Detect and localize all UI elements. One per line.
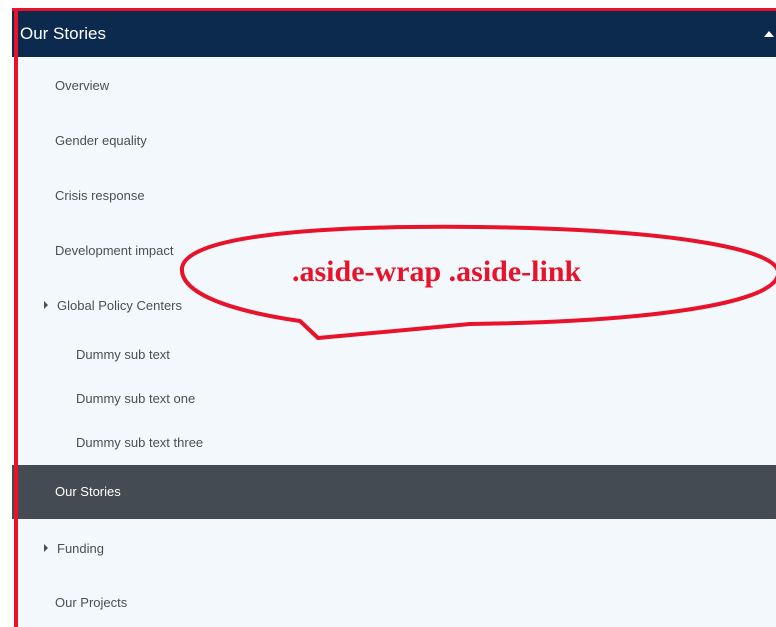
aside-link-label: Gender equality (55, 133, 147, 148)
caret-up-icon[interactable] (764, 31, 774, 37)
aside-link-overview[interactable]: Overview (12, 57, 776, 111)
aside-link-label: Dummy sub text one (76, 391, 196, 406)
aside-link-label: Dummy sub text three (76, 435, 204, 450)
aside-link-label: Funding (57, 541, 104, 556)
aside-wrap: Our Stories Overview Gender equality Cri… (12, 11, 776, 627)
aside-link-label: Our Projects (55, 595, 128, 610)
aside-link-crisis-response[interactable]: Crisis response (12, 166, 776, 221)
aside-sublink-dummy-sub-text-three[interactable]: Dummy sub text three (12, 419, 776, 464)
aside-link-our-stories-active[interactable]: Our Stories (12, 465, 776, 519)
aside-sublink-dummy-sub-text-one[interactable]: Dummy sub text one (12, 375, 776, 419)
aside-sublink-dummy-sub-text[interactable]: Dummy sub text (12, 331, 776, 375)
aside-link-label: Overview (55, 78, 110, 93)
annotation-left-rule (14, 8, 18, 627)
screenshot-stage: Our Stories Overview Gender equality Cri… (0, 0, 776, 627)
aside-link-gender-equality[interactable]: Gender equality (12, 111, 776, 166)
aside-link-our-projects[interactable]: Our Projects (12, 574, 776, 627)
aside-header-toggle[interactable]: Our Stories (12, 11, 776, 57)
aside-link-label: Our Stories (55, 484, 121, 499)
caret-right-icon (44, 544, 48, 552)
aside-header-title: Our Stories (20, 24, 106, 43)
aside-link-funding[interactable]: Funding (12, 519, 776, 574)
annotation-label: .aside-wrap .aside-link (292, 255, 582, 288)
aside-link-label: Development impact (55, 243, 174, 258)
aside-link-label: Dummy sub text (76, 347, 170, 362)
aside-link-label: Global Policy Centers (57, 298, 182, 313)
caret-right-icon (44, 301, 48, 309)
aside-link-label: Crisis response (55, 188, 145, 203)
